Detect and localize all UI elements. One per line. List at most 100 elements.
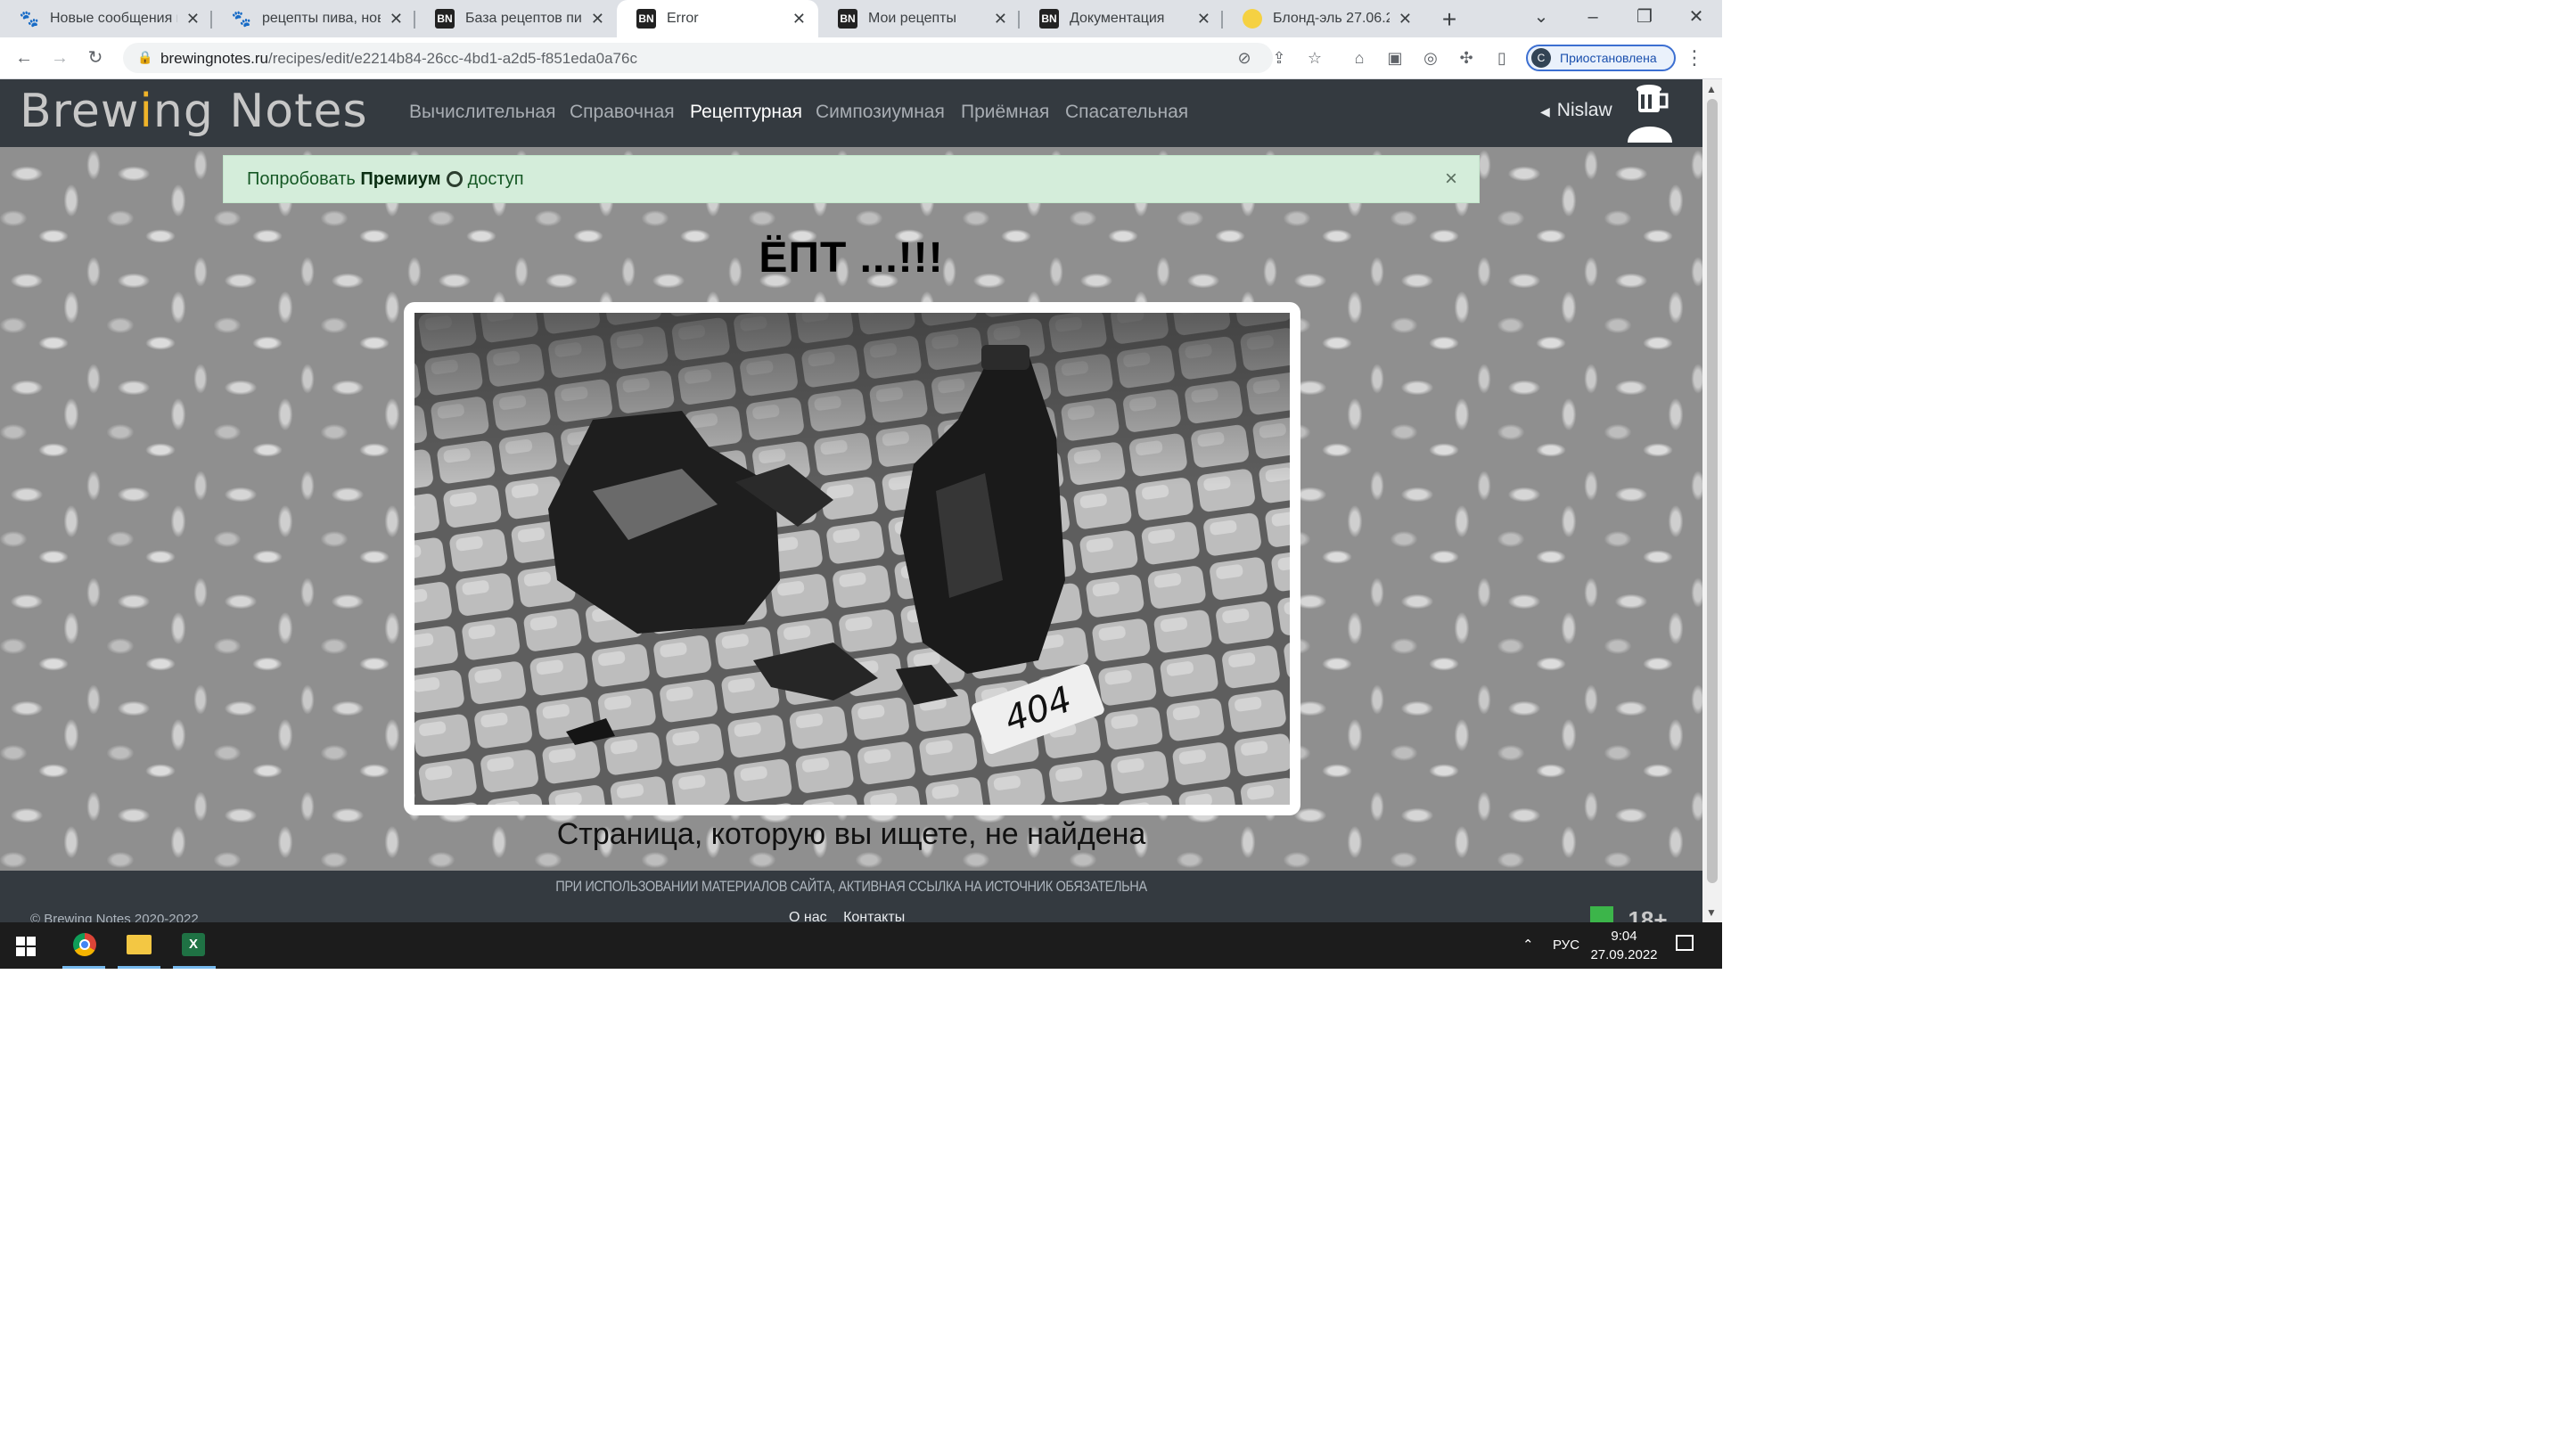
close-icon[interactable]: ✕ (994, 10, 1007, 29)
browser-toolbar: ← → ↻ 🔒 brewingnotes.ru/recipes/edit/e22… (0, 37, 1722, 79)
notification-icon[interactable] (1676, 935, 1694, 951)
browser-tab-strip: 🐾 Новые сообщения на ✕ 🐾 рецепты пива, н… (0, 0, 1722, 37)
caret-left-icon: ◀ (1540, 104, 1550, 119)
reload-button[interactable]: ↻ (82, 45, 109, 71)
forward-button[interactable]: → (46, 45, 73, 71)
screen: 🐾 Новые сообщения на ✕ 🐾 рецепты пива, н… (0, 0, 1722, 969)
folder-icon (127, 935, 152, 954)
close-icon[interactable]: ✕ (1197, 10, 1210, 29)
page-scrollbar[interactable]: ▲ ▼ (1702, 79, 1722, 922)
tab-title: Документация (1070, 11, 1165, 26)
back-button[interactable]: ← (11, 45, 37, 71)
paw-icon: 🐾 (19, 9, 40, 28)
broken-bottle-illustration: 404 (414, 313, 1290, 805)
bn-icon: BN (1039, 9, 1059, 29)
alert-close-button[interactable]: × (1445, 167, 1457, 192)
footer-link-about[interactable]: О нас (789, 910, 827, 922)
browser-tab-active[interactable]: BN Error ✕ (617, 0, 818, 37)
nav-link-reference[interactable]: Справочная (570, 102, 675, 123)
eye-off-icon[interactable]: ⊘ (1233, 46, 1256, 70)
system-clock[interactable]: 9:04 27.09.2022 (1590, 927, 1658, 964)
browser-tab[interactable]: BN Документация ✕ (1020, 0, 1223, 37)
taskbar-chrome[interactable] (57, 922, 111, 969)
side-panel-icon[interactable]: ▯ (1490, 46, 1514, 70)
premium-link[interactable]: Премиум (360, 169, 440, 189)
nav-link-recipes[interactable]: Рецептурная (690, 102, 802, 123)
scroll-up-icon[interactable]: ▲ (1706, 83, 1717, 95)
footer-notice: ПРИ ИСПОЛЬЗОВАНИИ МАТЕРИАЛОВ САЙТА, АКТИ… (555, 878, 1147, 895)
restore-button[interactable]: ❐ (1619, 0, 1670, 37)
bn-icon: BN (636, 9, 656, 29)
clock-date: 27.09.2022 (1590, 947, 1658, 962)
page-content: Попробовать Премиумдоступ × ЁПТ ...!!! (0, 147, 1702, 871)
tab-title: База рецептов пива (465, 11, 582, 26)
site-navbar: Brewing Notes Вычислительная Справочная … (0, 79, 1702, 147)
start-button[interactable] (0, 922, 53, 969)
url-text[interactable]: brewingnotes.ru/recipes/edit/e2214b84-26… (160, 50, 637, 68)
tab-title: Блонд-эль 27.06.22 (и (1273, 11, 1390, 26)
tray-chevron-up-icon[interactable]: ⌃ (1522, 922, 1534, 969)
profile-status: Приостановлена (1560, 51, 1657, 65)
nav-link-rescue[interactable]: Спасательная (1065, 102, 1188, 123)
alert-text: Попробовать Премиум доступ (247, 169, 524, 189)
browser-tab[interactable]: BN Мои рецепты ✕ (818, 0, 1020, 37)
age-badge: 18+ (1628, 906, 1668, 922)
extension-circle-icon[interactable]: ◎ (1419, 46, 1442, 70)
address-bar[interactable]: 🔒 brewingnotes.ru/recipes/edit/e2214b84-… (123, 43, 1273, 73)
profile-button[interactable]: С Приостановлена (1526, 45, 1676, 71)
tab-title: Мои рецепты (868, 11, 956, 26)
clock-time: 9:04 (1611, 929, 1637, 944)
footer-copyright: © Brewing Notes 2020-2022 (30, 912, 199, 922)
site-logo[interactable]: Brewing Notes (20, 85, 368, 138)
user-menu[interactable]: ◀ Nislaw (1540, 100, 1612, 121)
footer-links: О нас Контакты (789, 910, 917, 922)
bn-icon: BN (838, 9, 857, 29)
beer-mug-avatar-icon[interactable] (1624, 84, 1676, 143)
close-icon[interactable]: ✕ (1399, 10, 1412, 29)
taskbar-excel[interactable]: X (168, 922, 221, 969)
windows-icon (16, 937, 36, 956)
chrome-icon (73, 933, 96, 956)
error-heading: ЁПТ ...!!! (759, 234, 944, 282)
puzzle-icon[interactable]: ✣ (1455, 46, 1478, 70)
star-icon[interactable]: ☆ (1303, 46, 1326, 70)
language-indicator[interactable]: РУС (1553, 922, 1579, 969)
footer-badges: 18+ (1590, 906, 1668, 922)
broken-bottle-image: 404 (414, 313, 1290, 805)
excel-icon: X (182, 933, 205, 956)
scroll-down-icon[interactable]: ▼ (1706, 906, 1717, 919)
new-tab-button[interactable]: + (1433, 4, 1465, 36)
close-icon[interactable]: ✕ (390, 10, 403, 29)
scrollbar-thumb[interactable] (1707, 99, 1718, 883)
error-message: Страница, которую вы ищете, не найдена (556, 817, 1146, 851)
tab-title: Error (667, 11, 699, 26)
lemon-icon (1243, 9, 1262, 29)
close-icon[interactable]: ✕ (186, 10, 200, 29)
menu-icon[interactable]: ⋮ (1685, 46, 1704, 70)
premium-alert: Попробовать Премиум доступ × (223, 155, 1480, 203)
avatar: С (1531, 48, 1551, 68)
tab-search-button[interactable]: ⌄ (1515, 0, 1567, 37)
browser-tab[interactable]: 🐾 Новые сообщения на ✕ (0, 0, 212, 37)
minimize-button[interactable]: – (1567, 0, 1619, 37)
browser-tab[interactable]: 🐾 рецепты пива, новые ✕ (212, 0, 415, 37)
close-window-button[interactable]: ✕ (1670, 0, 1722, 37)
browser-tab[interactable]: BN База рецептов пива ✕ (415, 0, 617, 37)
extension-image-icon[interactable]: ▣ (1383, 46, 1407, 70)
close-icon[interactable]: ✕ (591, 10, 604, 29)
footer-link-contacts[interactable]: Контакты (843, 910, 905, 922)
error-image-frame: 404 (404, 302, 1300, 815)
taskbar-explorer[interactable] (112, 922, 166, 969)
lock-icon[interactable]: 🔒 (137, 50, 152, 65)
nav-link-symposium[interactable]: Симпозиумная (816, 102, 945, 123)
browser-tab[interactable]: Блонд-эль 27.06.22 (и ✕ (1223, 0, 1424, 37)
extension-bank-icon[interactable]: ⌂ (1348, 46, 1371, 70)
close-icon[interactable]: ✕ (792, 10, 806, 29)
share-icon[interactable]: ⇪ (1267, 46, 1291, 70)
site-footer: ПРИ ИСПОЛЬЗОВАНИИ МАТЕРИАЛОВ САЙТА, АКТИ… (0, 871, 1702, 922)
medal-icon (446, 171, 463, 187)
nav-link-calc[interactable]: Вычислительная (409, 102, 555, 123)
nav-link-reception[interactable]: Приёмная (961, 102, 1049, 123)
green-badge-icon[interactable] (1590, 906, 1613, 922)
bn-icon: BN (435, 9, 455, 29)
